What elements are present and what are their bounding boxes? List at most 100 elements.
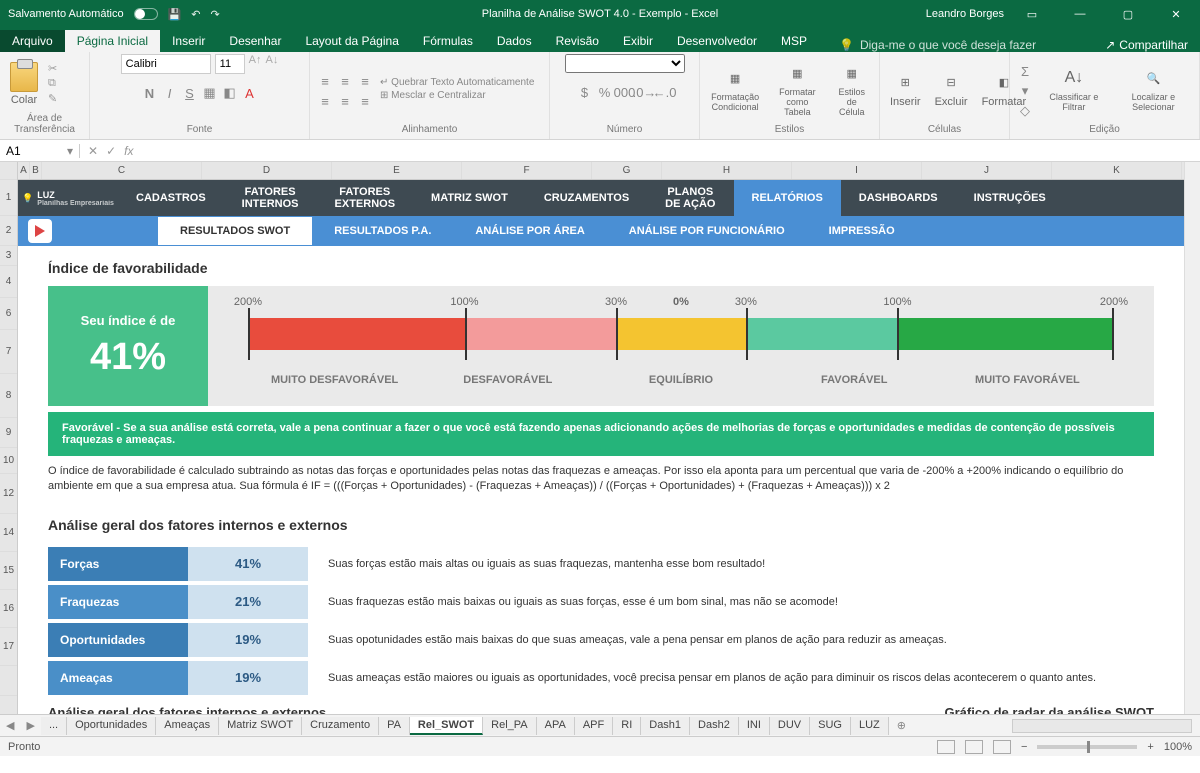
sheet-tab[interactable]: Dash2 xyxy=(690,717,739,735)
ribbon-options-icon[interactable]: ▭ xyxy=(1012,0,1052,28)
nav-fatores-internos[interactable]: FATORES INTERNOS xyxy=(224,180,317,216)
tab-dados[interactable]: Dados xyxy=(485,30,544,52)
subnav-analise-area[interactable]: ANÁLISE POR ÁREA xyxy=(453,217,606,245)
save-icon[interactable]: 💾 xyxy=(168,8,182,21)
vertical-scrollbar[interactable] xyxy=(1184,162,1200,714)
sheet-tab[interactable]: Matriz SWOT xyxy=(219,717,302,735)
tab-exibir[interactable]: Exibir xyxy=(611,30,665,52)
fill-icon[interactable]: ▾ xyxy=(1016,82,1034,100)
page-break-view-icon[interactable] xyxy=(993,740,1011,754)
row-header[interactable] xyxy=(0,666,17,696)
align-right-icon[interactable]: ≡ xyxy=(356,92,374,110)
percent-icon[interactable]: % xyxy=(596,83,614,101)
col-header[interactable]: I xyxy=(792,162,922,179)
play-icon[interactable] xyxy=(28,219,52,243)
redo-icon[interactable]: ↷ xyxy=(211,8,220,21)
row-header[interactable]: 9 xyxy=(0,418,17,448)
col-header[interactable]: G xyxy=(592,162,662,179)
row-header[interactable]: 1 xyxy=(0,180,17,216)
copy-icon[interactable]: ⧉ xyxy=(48,77,57,90)
col-header[interactable]: J xyxy=(922,162,1052,179)
cancel-formula-icon[interactable]: ✕ xyxy=(88,144,98,158)
tab-formulas[interactable]: Fórmulas xyxy=(411,30,485,52)
wrap-text-button[interactable]: ↵ Quebrar Texto Automaticamente xyxy=(380,77,534,88)
formula-input[interactable] xyxy=(141,143,1192,158)
align-mid-icon[interactable]: ≡ xyxy=(336,72,354,90)
enter-formula-icon[interactable]: ✓ xyxy=(106,144,116,158)
align-center-icon[interactable]: ≡ xyxy=(336,92,354,110)
tab-desenvolvedor[interactable]: Desenvolvedor xyxy=(665,30,769,52)
nav-dashboards[interactable]: DASHBOARDS xyxy=(841,180,956,216)
row-header[interactable]: 10 xyxy=(0,448,17,474)
sheet-tab[interactable]: PA xyxy=(379,717,410,735)
autosum-icon[interactable]: Σ xyxy=(1016,62,1034,80)
sheet-tab[interactable]: Rel_SWOT xyxy=(410,717,483,735)
sheet-nav-right-icon[interactable]: ▶ xyxy=(20,719,40,732)
row-header[interactable] xyxy=(0,162,17,180)
name-box[interactable]: A1▾ xyxy=(0,144,80,158)
sheet-tab[interactable]: SUG xyxy=(810,717,851,735)
row-header[interactable]: 12 xyxy=(0,474,17,514)
font-color-button[interactable]: A xyxy=(241,84,259,102)
sheet-tab[interactable]: Oportunidades xyxy=(67,717,156,735)
nav-fatores-externos[interactable]: FATORES EXTERNOS xyxy=(317,180,414,216)
row-header[interactable]: 15 xyxy=(0,552,17,590)
nav-matriz-swot[interactable]: MATRIZ SWOT xyxy=(413,180,526,216)
horizontal-scrollbar[interactable] xyxy=(1012,719,1192,733)
align-left-icon[interactable]: ≡ xyxy=(316,92,334,110)
zoom-slider[interactable] xyxy=(1037,745,1137,749)
decrease-font-icon[interactable]: A↓ xyxy=(266,54,279,74)
bold-button[interactable]: N xyxy=(141,84,159,102)
zoom-in-icon[interactable]: + xyxy=(1147,741,1153,753)
tab-desenhar[interactable]: Desenhar xyxy=(217,30,293,52)
zoom-out-icon[interactable]: − xyxy=(1021,741,1027,753)
merge-center-button[interactable]: ⊞ Mesclar e Centralizar xyxy=(380,90,534,101)
cut-icon[interactable]: ✂ xyxy=(48,62,57,75)
sheet-tab[interactable]: Ameaças xyxy=(156,717,219,735)
sheet-tab[interactable]: Rel_PA xyxy=(483,717,536,735)
sheet-tab[interactable]: APF xyxy=(575,717,613,735)
add-sheet-button[interactable]: ⊕ xyxy=(889,719,914,732)
sheet-nav-left-icon[interactable]: ◀ xyxy=(0,719,20,732)
currency-icon[interactable]: $ xyxy=(576,83,594,101)
sheet-tab[interactable]: INI xyxy=(739,717,770,735)
clear-icon[interactable]: ◇ xyxy=(1016,102,1034,120)
row-header[interactable]: 3 xyxy=(0,246,17,266)
fx-icon[interactable]: fx xyxy=(124,144,133,158)
tab-revisao[interactable]: Revisão xyxy=(544,30,611,52)
underline-button[interactable]: S xyxy=(181,84,199,102)
col-header[interactable]: A xyxy=(18,162,30,179)
tab-inserir[interactable]: Inserir xyxy=(160,30,217,52)
align-bot-icon[interactable]: ≡ xyxy=(356,72,374,90)
subnav-impressao[interactable]: IMPRESSÃO xyxy=(807,217,917,245)
border-button[interactable]: ▦ xyxy=(201,84,219,102)
col-header[interactable]: K xyxy=(1052,162,1182,179)
sheet-tab[interactable]: APA xyxy=(537,717,575,735)
subnav-resultados-pa[interactable]: RESULTADOS P.A. xyxy=(312,217,453,245)
subnav-resultados-swot[interactable]: RESULTADOS SWOT xyxy=(158,217,312,245)
nav-relatorios[interactable]: RELATÓRIOS xyxy=(734,180,841,216)
col-header[interactable]: E xyxy=(332,162,462,179)
format-table-button[interactable]: ▦Formatar como Tabela xyxy=(770,59,824,119)
row-header[interactable]: 17 xyxy=(0,628,17,666)
inc-decimal-icon[interactable]: .0→ xyxy=(636,83,654,101)
nav-planos-acao[interactable]: PLANOS DE AÇÃO xyxy=(647,180,733,216)
font-name-input[interactable] xyxy=(121,54,211,74)
normal-view-icon[interactable] xyxy=(937,740,955,754)
col-header[interactable]: F xyxy=(462,162,592,179)
cell-styles-button[interactable]: ▦Estilos de Célula xyxy=(830,59,873,119)
sort-filter-button[interactable]: A↓Classificar e Filtrar xyxy=(1040,64,1108,114)
delete-cells-button[interactable]: ⊟Excluir xyxy=(931,68,972,110)
sheet-tab[interactable]: ... xyxy=(41,717,67,735)
row-header[interactable]: 16 xyxy=(0,590,17,628)
sheet-tab[interactable]: Cruzamento xyxy=(302,717,379,735)
row-header[interactable]: 14 xyxy=(0,514,17,552)
sheet-tab[interactable]: Dash1 xyxy=(641,717,690,735)
number-format-select[interactable] xyxy=(565,54,685,73)
sheet-tab[interactable]: RI xyxy=(613,717,641,735)
col-header[interactable]: B xyxy=(30,162,42,179)
nav-cruzamentos[interactable]: CRUZAMENTOS xyxy=(526,180,647,216)
nav-cadastros[interactable]: CADASTROS xyxy=(118,180,224,216)
insert-cells-button[interactable]: ⊞Inserir xyxy=(886,68,925,110)
zoom-level[interactable]: 100% xyxy=(1164,741,1192,753)
